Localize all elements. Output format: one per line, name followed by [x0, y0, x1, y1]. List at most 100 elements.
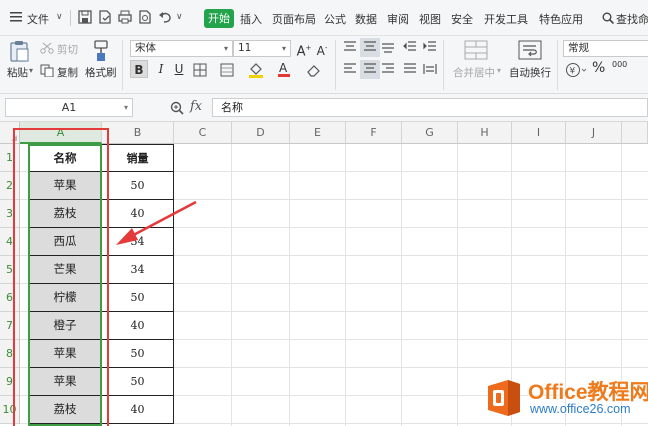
format-painter-icon — [91, 40, 111, 65]
cell-a10[interactable]: 荔枝 — [28, 396, 102, 424]
tab-insert[interactable]: 插入 — [240, 11, 262, 27]
row-header-4[interactable]: 4 — [0, 228, 20, 256]
cell-b1[interactable]: 销量 — [102, 144, 174, 172]
chevron-down-icon[interactable]: ∨ — [56, 12, 63, 22]
tab-review[interactable]: 审阅 — [387, 11, 409, 27]
row-header-10[interactable]: 10 — [0, 396, 20, 424]
tab-security[interactable]: 安全 — [451, 11, 473, 27]
number-format-select[interactable]: 常规 — [563, 40, 648, 57]
paste-button[interactable]: 粘贴 — [7, 65, 28, 80]
row-header-5[interactable]: 5 — [0, 256, 20, 284]
save-icon[interactable] — [78, 10, 92, 24]
fx-button[interactable]: fx — [190, 99, 202, 114]
font-size-select[interactable]: 11 ▾ — [233, 40, 291, 57]
cell-b10[interactable]: 40 — [102, 396, 174, 424]
cell-a9[interactable]: 苹果 — [28, 368, 102, 396]
row-header-2[interactable]: 2 — [0, 172, 20, 200]
justify-icon[interactable] — [403, 63, 417, 78]
chevron-down-icon[interactable]: ∨ — [176, 12, 183, 22]
column-header-f[interactable]: F — [346, 122, 402, 144]
fill-pattern-icon[interactable] — [220, 63, 236, 80]
cell-a7[interactable]: 橙子 — [28, 312, 102, 340]
cell-a8[interactable]: 苹果 — [28, 340, 102, 368]
align-bottom-icon[interactable] — [381, 41, 395, 56]
wrap-text-button[interactable]: 自动换行 — [509, 65, 551, 80]
copy-button[interactable]: 复制 — [57, 65, 78, 80]
thousands-separator-button[interactable]: 000 — [612, 60, 627, 69]
tab-view[interactable]: 视图 — [419, 11, 441, 27]
decrease-indent-icon[interactable] — [403, 41, 417, 56]
row-header-1[interactable]: 1 — [0, 144, 20, 172]
cell-b6[interactable]: 50 — [102, 284, 174, 312]
search-command[interactable]: 查找命 — [616, 11, 648, 27]
cell-b7[interactable]: 40 — [102, 312, 174, 340]
column-header-d[interactable]: D — [232, 122, 290, 144]
cell-b5[interactable]: 34 — [102, 256, 174, 284]
cell-b9[interactable]: 50 — [102, 368, 174, 396]
column-header-e[interactable]: E — [290, 122, 346, 144]
cell-a3[interactable]: 荔枝 — [28, 200, 102, 228]
row-header-8[interactable]: 8 — [0, 340, 20, 368]
cell-a5[interactable]: 芒果 — [28, 256, 102, 284]
cell-a6[interactable]: 柠檬 — [28, 284, 102, 312]
align-middle-icon[interactable] — [360, 38, 380, 57]
cell-a1[interactable]: 名称 — [28, 144, 102, 172]
cell-a4[interactable]: 西瓜 — [28, 228, 102, 256]
bold-button[interactable]: B — [130, 60, 148, 78]
row-header-6[interactable]: 6 — [0, 284, 20, 312]
zoom-icon[interactable] — [170, 101, 184, 118]
merge-center-dropdown[interactable]: ▾ — [497, 66, 501, 75]
column-header-j[interactable]: J — [566, 122, 622, 144]
underline-button[interactable]: U — [170, 60, 188, 78]
tab-data[interactable]: 数据 — [355, 11, 377, 27]
cell-b8[interactable]: 50 — [102, 340, 174, 368]
file-menu[interactable]: 文件 — [27, 11, 49, 27]
font-color-icon[interactable]: A — [277, 61, 291, 81]
align-right-icon[interactable] — [381, 63, 395, 78]
tab-page-layout[interactable]: 页面布局 — [272, 11, 316, 27]
row-header-9[interactable]: 9 — [0, 368, 20, 396]
distributed-icon[interactable] — [423, 63, 437, 78]
formula-input[interactable]: 名称 — [212, 98, 648, 117]
paste-icon[interactable] — [8, 40, 30, 65]
eraser-icon[interactable] — [306, 63, 322, 80]
increase-font-icon[interactable]: A+ — [295, 39, 313, 59]
borders-icon[interactable] — [193, 63, 209, 80]
name-box[interactable]: A1 ▾ — [5, 98, 133, 117]
tab-special[interactable]: 特色应用 — [539, 11, 583, 27]
column-header-i[interactable]: I — [512, 122, 566, 144]
select-all-corner[interactable] — [0, 122, 20, 144]
tab-formulas[interactable]: 公式 — [324, 11, 346, 27]
align-top-icon[interactable] — [343, 41, 357, 56]
paste-dropdown[interactable]: ▾ — [29, 66, 33, 75]
print-preview-icon[interactable] — [138, 10, 152, 24]
tab-developer[interactable]: 开发工具 — [484, 11, 528, 27]
tab-home[interactable]: 开始 — [204, 9, 234, 28]
align-center-icon[interactable] — [360, 60, 380, 79]
format-painter-button[interactable]: 格式刷 — [85, 65, 117, 80]
column-header-b[interactable]: B — [102, 122, 174, 144]
increase-indent-icon[interactable] — [423, 41, 437, 56]
row-header-7[interactable]: 7 — [0, 312, 20, 340]
column-header-c[interactable]: C — [174, 122, 232, 144]
italic-button[interactable]: I — [152, 60, 170, 78]
hamburger-icon[interactable] — [10, 11, 22, 23]
column-header-a[interactable]: A — [20, 122, 102, 144]
undo-icon[interactable] — [158, 10, 172, 24]
decrease-font-icon[interactable]: A- — [313, 39, 331, 58]
column-header-g[interactable]: G — [402, 122, 458, 144]
align-left-icon[interactable] — [343, 63, 357, 78]
print-icon[interactable] — [118, 10, 132, 24]
merge-center-button[interactable]: 合并居中 — [453, 65, 495, 80]
font-name-select[interactable]: 宋体 ▾ — [130, 40, 233, 57]
search-icon[interactable] — [602, 12, 615, 25]
cell-b2[interactable]: 50 — [102, 172, 174, 200]
currency-icon[interactable]: ¥ — [565, 62, 587, 81]
column-header-h[interactable]: H — [458, 122, 512, 144]
cut-button[interactable]: 剪切 — [57, 42, 78, 57]
fill-color-icon[interactable] — [248, 62, 264, 81]
percent-button[interactable]: % — [592, 60, 605, 76]
row-header-3[interactable]: 3 — [0, 200, 20, 228]
export-pdf-icon[interactable] — [98, 10, 112, 24]
cell-a2[interactable]: 苹果 — [28, 172, 102, 200]
